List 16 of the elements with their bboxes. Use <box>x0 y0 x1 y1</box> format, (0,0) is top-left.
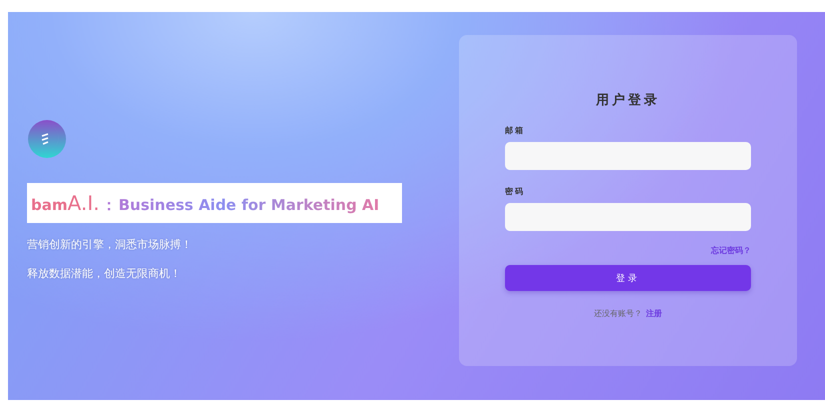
brand-name: bam <box>31 196 68 214</box>
brand-highlight: A.I. <box>68 191 100 215</box>
signup-prompt: 还没有账号？ <box>594 309 642 318</box>
logo-icon <box>27 118 67 160</box>
field-label: 密码 <box>505 186 526 197</box>
brand-separator: ： <box>101 196 116 215</box>
slogan-text: 释放数据潜能，创造无限商机！ <box>27 266 181 281</box>
slogan-text: 营销创新的引擎，洞悉市场脉搏！ <box>27 237 192 252</box>
register-link[interactable]: 注册 <box>646 309 662 318</box>
input-field[interactable] <box>505 203 751 231</box>
forgot-password-link[interactable]: 忘记密码？ <box>711 245 751 256</box>
field-label: 邮箱 <box>505 125 526 136</box>
login-button[interactable]: 登录 <box>505 265 751 291</box>
login-title: 用户登录 <box>594 92 661 109</box>
brand-tagline: Business Aide for Marketing AI <box>118 196 380 214</box>
input-field[interactable] <box>505 142 751 170</box>
